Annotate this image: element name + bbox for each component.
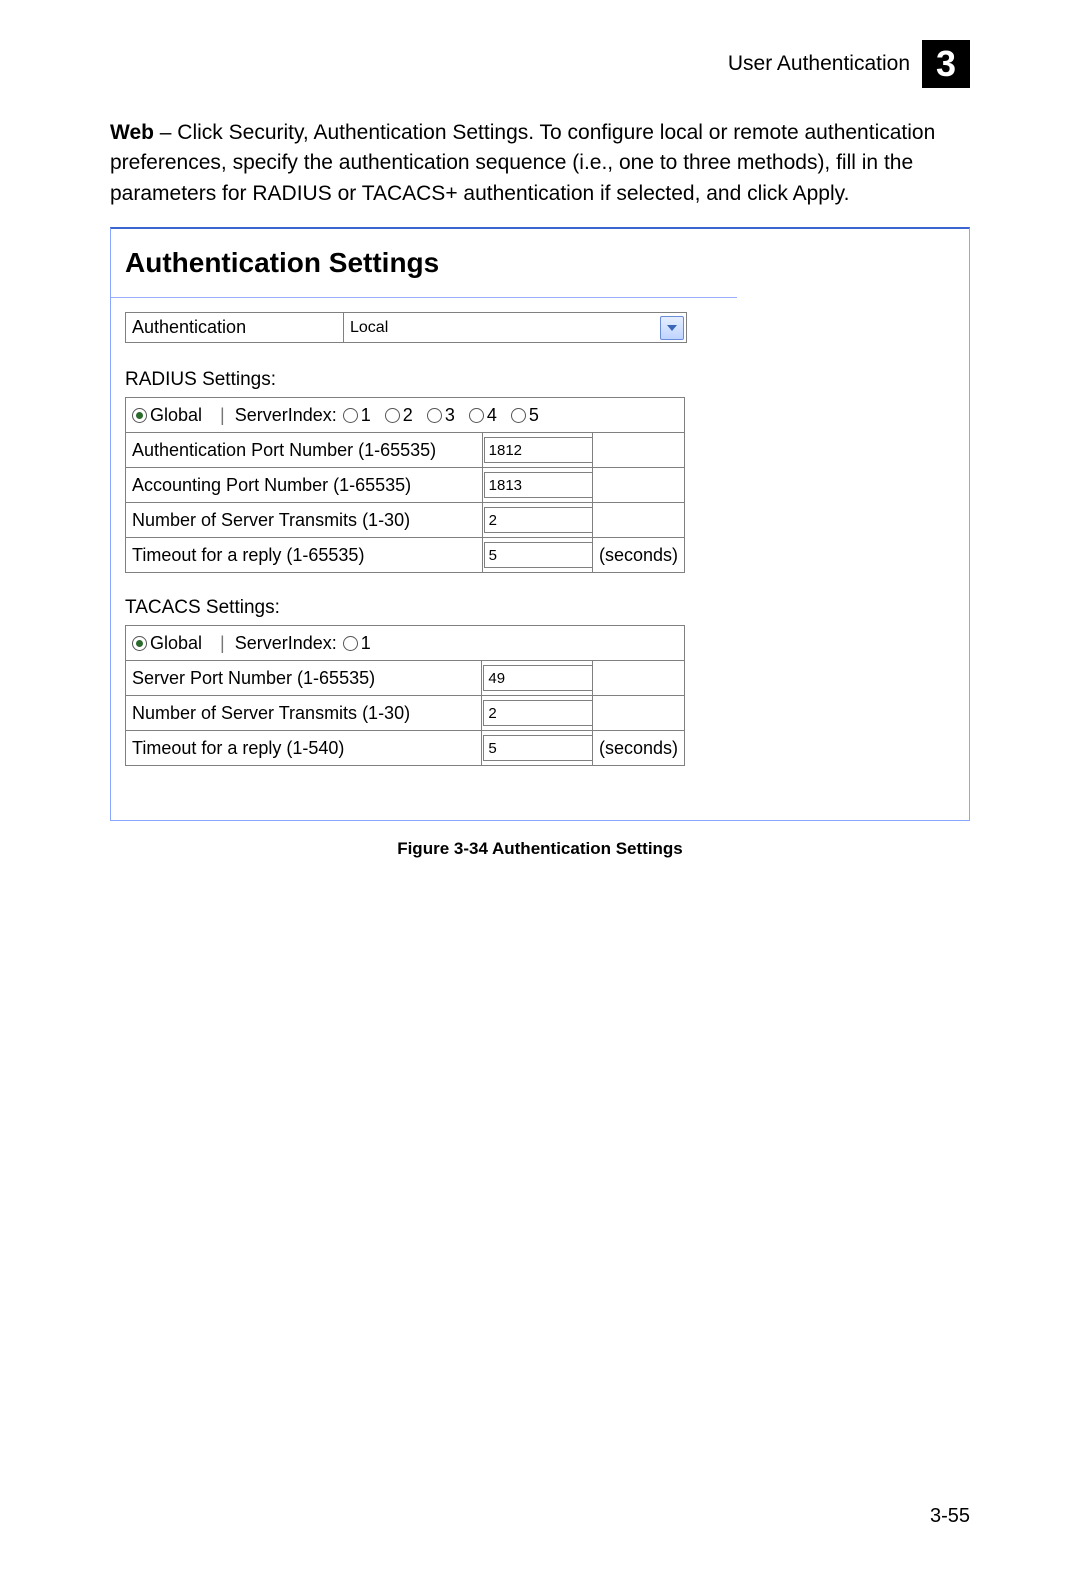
unit-cell xyxy=(592,696,684,731)
radius-auth-port-label: Authentication Port Number (1-65535) xyxy=(126,433,483,468)
tacacs-table: Global | ServerIndex: 1 Server Port Numb… xyxy=(125,625,685,766)
tacacs-transmits-label: Number of Server Transmits (1-30) xyxy=(126,696,482,731)
settings-panel: Authentication Settings Authentication L… xyxy=(110,227,970,821)
panel-title: Authentication Settings xyxy=(125,247,723,279)
radius-serverindex-3[interactable]: 3 xyxy=(427,405,455,426)
unit-cell xyxy=(592,661,684,696)
authentication-dropdown-value: Local xyxy=(344,317,660,339)
radius-transmits-input[interactable] xyxy=(484,507,593,533)
table-row: Server Port Number (1-65535) xyxy=(126,661,685,696)
radius-auth-port-input[interactable] xyxy=(484,437,593,463)
radius-global-label: Global xyxy=(150,405,202,426)
section-title: User Authentication xyxy=(728,52,910,76)
tacacs-heading: TACACS Settings: xyxy=(125,597,723,619)
tacacs-port-label: Server Port Number (1-65535) xyxy=(126,661,482,696)
page-header: User Authentication 3 xyxy=(110,40,970,88)
radius-timeout-label: Timeout for a reply (1-65535) xyxy=(126,538,483,573)
radio-dot-icon xyxy=(385,408,400,423)
unit-cell xyxy=(592,433,684,468)
radio-dot-icon xyxy=(427,408,442,423)
unit-cell xyxy=(592,468,684,503)
authentication-row: Authentication Local xyxy=(125,312,687,343)
radio-dot-icon xyxy=(343,636,358,651)
document-page: User Authentication 3 Web – Click Securi… xyxy=(0,0,1080,1570)
authentication-label: Authentication xyxy=(126,313,344,342)
intro-text: – Click Security, Authentication Setting… xyxy=(110,121,935,205)
radius-transmits-label: Number of Server Transmits (1-30) xyxy=(126,503,483,538)
radius-acct-port-input[interactable] xyxy=(484,472,593,498)
radio-dot-icon xyxy=(343,408,358,423)
tacacs-serverindex-label: ServerIndex: xyxy=(235,633,337,654)
tacacs-serverindex-1[interactable]: 1 xyxy=(343,633,371,654)
chevron-down-icon[interactable] xyxy=(660,316,684,340)
radius-serverindex-5[interactable]: 5 xyxy=(511,405,539,426)
radius-acct-port-label: Accounting Port Number (1-65535) xyxy=(126,468,483,503)
tacacs-transmits-input[interactable] xyxy=(483,700,593,726)
table-row: Accounting Port Number (1-65535) xyxy=(126,468,685,503)
table-row: Number of Server Transmits (1-30) xyxy=(126,696,685,731)
radius-serverindex-row: Global | ServerIndex: 1 2 3 4 5 xyxy=(126,398,685,433)
unit-cell xyxy=(592,503,684,538)
authentication-dropdown[interactable]: Local xyxy=(344,314,686,341)
separator-icon: | xyxy=(220,405,225,426)
table-row: Timeout for a reply (1-540) (seconds) xyxy=(126,731,685,766)
tacacs-port-input[interactable] xyxy=(483,665,593,691)
intro-lead: Web xyxy=(110,121,154,144)
radius-serverindex-4[interactable]: 4 xyxy=(469,405,497,426)
radius-global-radio[interactable]: Global xyxy=(132,405,202,426)
radio-dot-icon xyxy=(132,408,147,423)
tacacs-timeout-input[interactable] xyxy=(483,735,593,761)
radio-dot-icon xyxy=(511,408,526,423)
separator-icon: | xyxy=(220,633,225,654)
radius-timeout-input[interactable] xyxy=(484,542,593,568)
unit-seconds: (seconds) xyxy=(592,731,684,766)
radio-dot-icon xyxy=(469,408,484,423)
chapter-number-badge: 3 xyxy=(922,40,970,88)
radius-heading: RADIUS Settings: xyxy=(125,369,723,391)
divider xyxy=(111,297,737,298)
radius-table: Global | ServerIndex: 1 2 3 4 5 Aut xyxy=(125,397,685,573)
radius-serverindex-2[interactable]: 2 xyxy=(385,405,413,426)
unit-seconds: (seconds) xyxy=(592,538,684,573)
table-row: Number of Server Transmits (1-30) xyxy=(126,503,685,538)
tacacs-global-radio[interactable]: Global xyxy=(132,633,202,654)
table-row: Timeout for a reply (1-65535) (seconds) xyxy=(126,538,685,573)
radio-dot-icon xyxy=(132,636,147,651)
figure-caption: Figure 3-34 Authentication Settings xyxy=(110,839,970,859)
tacacs-timeout-label: Timeout for a reply (1-540) xyxy=(126,731,482,766)
radius-serverindex-1[interactable]: 1 xyxy=(343,405,371,426)
page-number: 3-55 xyxy=(930,1505,970,1528)
radius-serverindex-label: ServerIndex: xyxy=(235,405,337,426)
intro-paragraph: Web – Click Security, Authentication Set… xyxy=(110,118,970,209)
table-row: Authentication Port Number (1-65535) xyxy=(126,433,685,468)
tacacs-global-label: Global xyxy=(150,633,202,654)
tacacs-serverindex-row: Global | ServerIndex: 1 xyxy=(126,626,685,661)
